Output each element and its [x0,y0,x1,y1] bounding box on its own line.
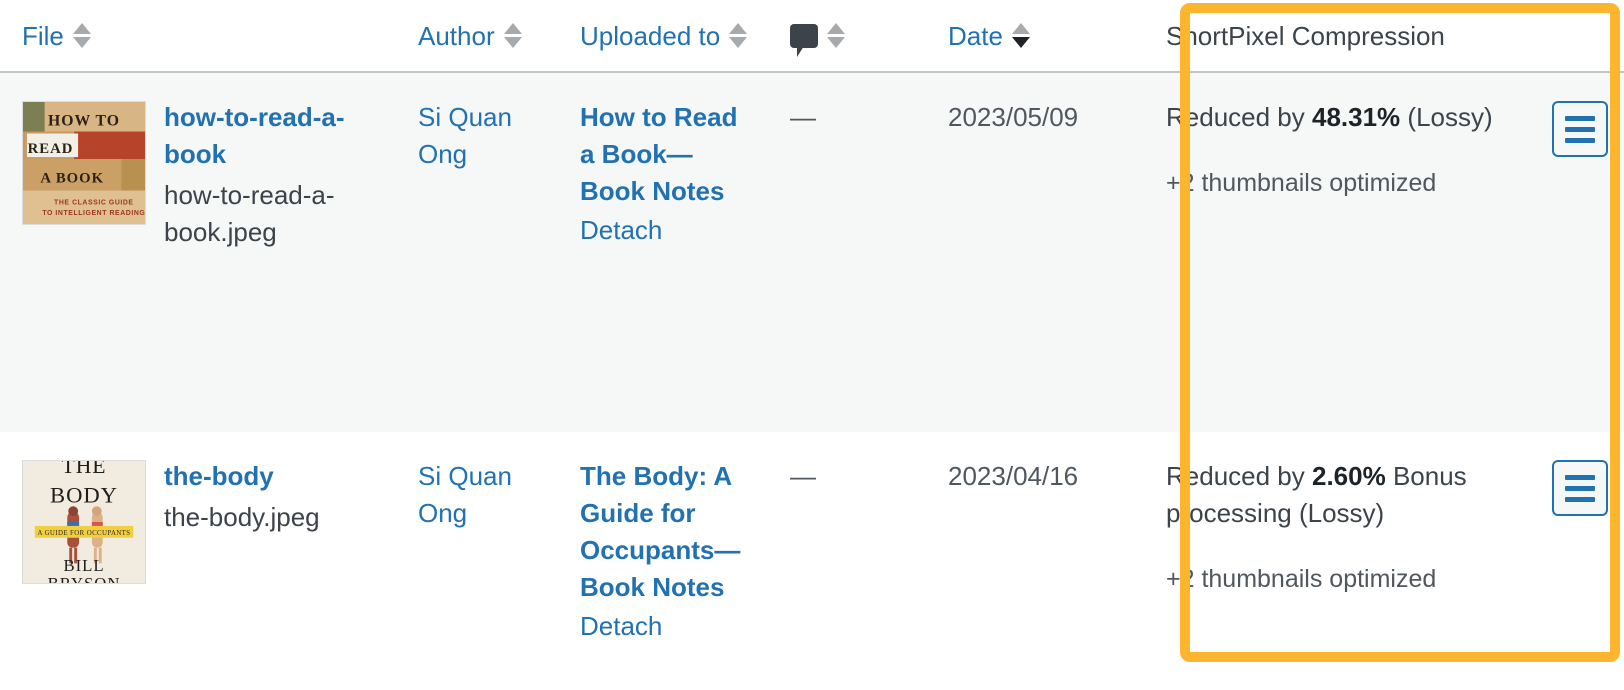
column-header-uploaded-to[interactable]: Uploaded to [576,0,776,73]
sort-ascending-icon [729,23,748,34]
reduced-suffix: (Lossy) [1298,497,1385,528]
sort-toggle-file[interactable] [72,23,91,48]
cell-shortpixel-compression: Reduced by 48.31% (Lossy) +2 thumbnails … [1144,72,1624,432]
svg-text:BILL: BILL [63,556,104,575]
hamburger-bar [1565,496,1595,502]
table-row: THE BODY A GUIDE FOR OCCUPANTS BILL the-… [0,432,1624,690]
cell-shortpixel-compression: Reduced by 2.60% Bonus processing (Lossy… [1144,432,1624,690]
column-header-shortpixel-label: ShortPixel Compression [1166,20,1445,51]
svg-text:A GUIDE FOR OCCUPANTS: A GUIDE FOR OCCUPANTS [37,530,130,537]
shortpixel-thumbnails-note: +2 thumbnails optimized [1166,564,1437,593]
comment-bubble-icon [790,23,818,57]
hamburger-bar [1565,137,1595,143]
cell-uploaded-to: The Body: A Guide for Occupants—Book Not… [576,432,776,690]
sort-toggle-uploaded-to[interactable] [729,23,748,48]
shortpixel-reduced-line: Reduced by 48.31% (Lossy) [1166,99,1534,136]
sort-toggle-comments[interactable] [827,23,845,48]
table-header-row: File Author Uploaded to Date ShortPixel … [0,0,1624,73]
cell-comments: — [776,72,936,432]
sort-toggle-date[interactable] [1011,23,1030,48]
cell-uploaded-to: How to Read a Book—Book Notes Detach [576,72,776,432]
column-header-uploaded-to-label: Uploaded to [580,20,721,51]
book-cover-art: THE BODY A GUIDE FOR OCCUPANTS BILL [23,461,145,583]
cell-date: 2023/04/16 [936,432,1144,690]
sort-ascending-icon [503,23,522,34]
svg-text:THE: THE [61,461,106,478]
author-link[interactable]: Si Quan Ong [418,102,512,169]
column-header-author[interactable]: Author [412,0,576,73]
hamburger-bar [1565,485,1595,491]
uploaded-to-link[interactable]: How to Read a Book—Book Notes [580,99,746,210]
hamburger-bar [1565,474,1595,480]
svg-text:READ: READ [28,141,74,157]
comments-count: — [790,102,816,132]
shortpixel-menu-button[interactable] [1552,460,1608,516]
column-header-shortpixel-compression: ShortPixel Compression [1144,0,1624,73]
media-library-table: File Author Uploaded to Date ShortPixel … [0,0,1624,690]
sort-ascending-icon [72,23,91,34]
column-header-file-label: File [22,20,64,51]
shortpixel-menu-button[interactable] [1552,101,1608,157]
shortpixel-thumbnails-note: +2 thumbnails optimized [1166,168,1437,197]
svg-text:TO INTELLIGENT READING: TO INTELLIGENT READING [42,210,145,217]
column-header-file[interactable]: File [0,0,412,73]
date-text: 2023/05/09 [948,102,1079,132]
book-cover-art: HOW TO READ A BOOK THE CLASSIC GUIDE TO … [23,102,145,224]
sort-descending-icon [72,37,91,48]
sort-descending-icon [1011,37,1030,48]
svg-text:A BOOK: A BOOK [40,171,104,187]
detach-link[interactable]: Detach [580,608,746,645]
svg-text:BRYSON: BRYSON [48,574,121,583]
sort-descending-icon [827,37,845,48]
thumbnail-how-to-read-a-book[interactable]: HOW TO READ A BOOK THE CLASSIC GUIDE TO … [22,101,146,225]
reduced-prefix: Reduced by [1166,102,1312,132]
sort-descending-icon [503,37,522,48]
date-text: 2023/04/16 [948,461,1079,491]
column-header-comments[interactable] [776,0,936,73]
column-header-author-label: Author [418,20,495,51]
author-link[interactable]: Si Quan Ong [418,461,512,528]
cell-date: 2023/05/09 [936,72,1144,432]
svg-text:THE CLASSIC GUIDE: THE CLASSIC GUIDE [54,199,134,206]
comments-count: — [790,461,816,491]
cell-author: Si Quan Ong [412,432,576,690]
sort-ascending-icon [827,23,845,34]
reduced-percent: 48.31% [1311,102,1401,132]
shortpixel-status: Reduced by 2.60% Bonus processing (Lossy… [1166,458,1534,597]
column-header-date-label: Date [948,20,1003,51]
sort-ascending-icon [1011,23,1030,34]
reduced-percent: 2.60% [1311,461,1386,491]
column-header-date[interactable]: Date [936,0,1144,73]
sort-descending-icon [729,37,748,48]
thumbnail-the-body[interactable]: THE BODY A GUIDE FOR OCCUPANTS BILL [22,460,146,584]
cell-file: HOW TO READ A BOOK THE CLASSIC GUIDE TO … [0,72,412,432]
sort-toggle-author[interactable] [503,23,522,48]
svg-text:HOW TO: HOW TO [48,113,120,130]
shortpixel-reduced-line: Reduced by 2.60% Bonus processing (Lossy… [1166,458,1534,532]
reduced-suffix: (Lossy) [1407,102,1493,132]
cell-comments: — [776,432,936,690]
cell-file: THE BODY A GUIDE FOR OCCUPANTS BILL the-… [0,432,412,690]
shortpixel-status: Reduced by 48.31% (Lossy) +2 thumbnails … [1166,99,1534,201]
hamburger-bar [1565,115,1595,121]
table-row: HOW TO READ A BOOK THE CLASSIC GUIDE TO … [0,72,1624,432]
svg-text:BODY: BODY [50,482,118,507]
hamburger-bar [1565,126,1595,132]
uploaded-to-link[interactable]: The Body: A Guide for Occupants—Book Not… [580,458,746,606]
cell-author: Si Quan Ong [412,72,576,432]
detach-link[interactable]: Detach [580,212,746,249]
reduced-prefix: Reduced by [1166,461,1312,491]
